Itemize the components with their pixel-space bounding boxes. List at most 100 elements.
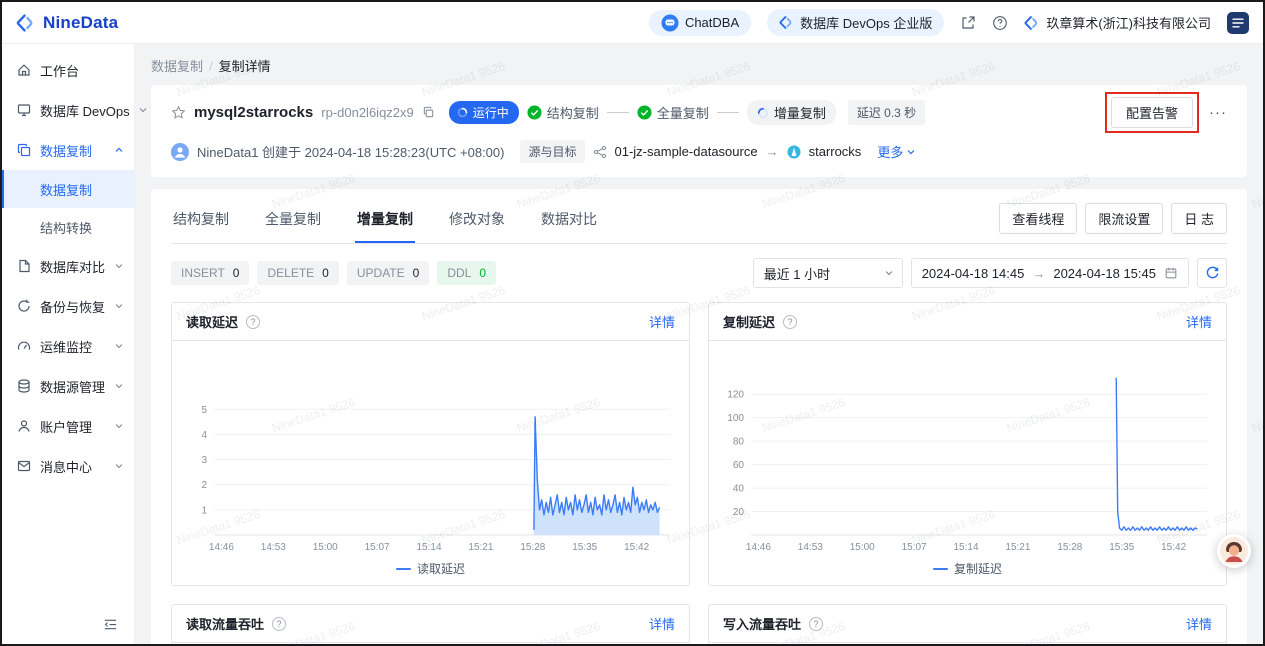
- creator-avatar: [171, 142, 189, 161]
- backup-icon: [16, 298, 32, 314]
- step-label: 增量复制: [773, 106, 826, 121]
- range-arrow: →: [1032, 265, 1046, 281]
- counter-value: 0: [322, 266, 329, 280]
- detail-link[interactable]: 详情: [1186, 614, 1212, 633]
- date-range-picker[interactable]: 2024-04-18 14:45 → 2024-04-18 15:45: [910, 258, 1189, 288]
- svg-text:15:28: 15:28: [520, 542, 545, 553]
- tabs-bar: 结构复制 全量复制 增量复制 修改对象 数据对比 查看线程 限流设置 日 志: [171, 203, 1227, 244]
- source-datasource[interactable]: 01-jz-sample-datasource: [615, 144, 758, 159]
- tab-0[interactable]: 结构复制: [171, 203, 231, 242]
- detail-link[interactable]: 详情: [649, 614, 675, 633]
- main-content: 数据复制 / 复制详情 mysql2starrocks rp-d0n2l6iqz2x…: [135, 44, 1263, 644]
- database-icon: [16, 378, 32, 394]
- sidebar-subitem-data-replication[interactable]: 数据复制: [2, 170, 134, 208]
- step-connector: [716, 112, 739, 113]
- sidebar-item-datasource-management[interactable]: 数据源管理: [2, 366, 134, 406]
- chatdba-button[interactable]: ChatDBA: [648, 9, 752, 36]
- docs-icon[interactable]: [1227, 11, 1249, 34]
- breadcrumb-section[interactable]: 数据复制: [151, 59, 203, 74]
- svg-text:80: 80: [733, 437, 745, 448]
- sidebar-item-label: 工作台: [40, 63, 80, 79]
- detail-link[interactable]: 详情: [649, 312, 675, 331]
- svg-text:5: 5: [201, 405, 207, 416]
- help-icon[interactable]: ?: [246, 314, 261, 329]
- svg-text:40: 40: [733, 484, 745, 495]
- sidebar-item-label: 数据源管理: [40, 379, 106, 395]
- tabs: 结构复制 全量复制 增量复制 修改对象 数据对比: [171, 203, 631, 243]
- svg-text:15:14: 15:14: [417, 542, 442, 553]
- step-label: 结构复制: [546, 106, 599, 121]
- star-icon[interactable]: [171, 105, 186, 120]
- svg-text:15:42: 15:42: [624, 542, 649, 553]
- configure-alert-button[interactable]: 配置告警: [1110, 97, 1193, 128]
- sidebar-item-database-devops[interactable]: 数据库 DevOps: [2, 90, 147, 130]
- help-icon[interactable]: ?: [272, 616, 287, 631]
- legend-line-icon: [395, 567, 411, 570]
- chart-panel-0: 读取延迟? 详情 1 2 3 4 5 14:46 14:53 15:00 15:07 15:14 15:…: [171, 302, 690, 586]
- share-icon[interactable]: [960, 15, 976, 31]
- chatdba-icon: [661, 14, 679, 32]
- replication-icon: [16, 142, 32, 158]
- svg-text:15:35: 15:35: [572, 542, 597, 553]
- sidebar-item-label: 数据复制: [40, 143, 93, 159]
- org-switcher[interactable]: 玖章算术(浙江)科技有限公司: [1024, 13, 1211, 32]
- sidebar-item-label: 数据库 DevOps: [40, 103, 130, 119]
- throttle-settings-button[interactable]: 限流设置: [1085, 203, 1164, 234]
- delete-counter: DELETE 0: [257, 261, 339, 285]
- svg-text:3: 3: [201, 455, 207, 466]
- counter-value: 0: [232, 266, 240, 280]
- support-avatar-button[interactable]: [1217, 534, 1251, 568]
- chevron-down-icon: [138, 105, 148, 115]
- tab-3[interactable]: 修改对象: [447, 203, 507, 242]
- svg-text:4: 4: [201, 430, 207, 441]
- tab-4[interactable]: 数据对比: [539, 203, 599, 242]
- svg-text:15:35: 15:35: [1109, 542, 1134, 553]
- user-icon: [16, 418, 32, 434]
- chart-panel-2: 读取流量吞吐? 详情: [171, 604, 690, 644]
- chevron-up-icon: [114, 145, 124, 155]
- svg-text:120: 120: [727, 390, 744, 401]
- sidebar-item-label: 账户管理: [40, 419, 93, 435]
- more-actions-button[interactable]: ···: [1209, 105, 1227, 120]
- counter-label: UPDATE: [356, 266, 405, 280]
- chevron-down-icon: [114, 341, 124, 351]
- sidebar-item-database-compare[interactable]: 数据库对比: [2, 246, 134, 286]
- help-icon[interactable]: [992, 15, 1008, 31]
- view-threads-button[interactable]: 查看线程: [999, 203, 1078, 234]
- help-icon[interactable]: ?: [783, 314, 798, 329]
- source-target-tag: 源与目标: [520, 140, 585, 163]
- svg-text:15:00: 15:00: [850, 542, 875, 553]
- more-link[interactable]: 更多: [877, 142, 916, 161]
- refresh-button[interactable]: [1197, 258, 1227, 288]
- sidebar-item-label: 数据复制: [40, 182, 93, 198]
- sidebar-subitem-structure-transform[interactable]: 结构转换: [2, 208, 134, 246]
- sidebar-item-ops-monitor[interactable]: 运维监控: [2, 326, 134, 366]
- replication-detail-card: 结构复制 全量复制 增量复制 修改对象 数据对比 查看线程 限流设置 日 志 INSER…: [151, 189, 1247, 644]
- sidebar-collapse-button[interactable]: [2, 607, 134, 644]
- chart-legend: 复制延迟: [717, 560, 1218, 585]
- sidebar-item-workbench[interactable]: 工作台: [2, 50, 134, 90]
- copy-icon[interactable]: [422, 106, 435, 119]
- tab-1[interactable]: 全量复制: [263, 203, 323, 242]
- envelope-icon: [16, 458, 32, 474]
- time-preset-select[interactable]: 最近 1 小时: [752, 258, 903, 288]
- chevron-down-icon: [114, 461, 124, 471]
- sidebar-item-message-center[interactable]: 消息中心: [2, 446, 134, 486]
- status-label: 运行中: [472, 106, 509, 120]
- compare-icon: [16, 258, 32, 274]
- logs-button[interactable]: 日 志: [1171, 203, 1227, 234]
- sidebar-item-account-management[interactable]: 账户管理: [2, 406, 134, 446]
- help-icon[interactable]: ?: [809, 616, 824, 631]
- detail-link[interactable]: 详情: [1186, 312, 1212, 331]
- sidebar-item-data-replication[interactable]: 数据复制: [2, 130, 134, 170]
- tab-2[interactable]: 增量复制: [355, 203, 415, 243]
- workspace-switcher[interactable]: 数据库 DevOps 企业版: [767, 9, 945, 36]
- range-start: 2024-04-18 14:45: [921, 265, 1025, 281]
- svg-text:14:46: 14:46: [746, 542, 771, 553]
- more-link-label: 更多: [877, 145, 904, 160]
- update-counter: UPDATE 0: [346, 261, 430, 285]
- step-structure-replication: 结构复制: [527, 103, 599, 122]
- sidebar-item-backup-restore[interactable]: 备份与恢复: [2, 286, 134, 326]
- target-datasource[interactable]: starrocks: [809, 144, 862, 159]
- breadcrumb-page: 复制详情: [218, 59, 271, 74]
